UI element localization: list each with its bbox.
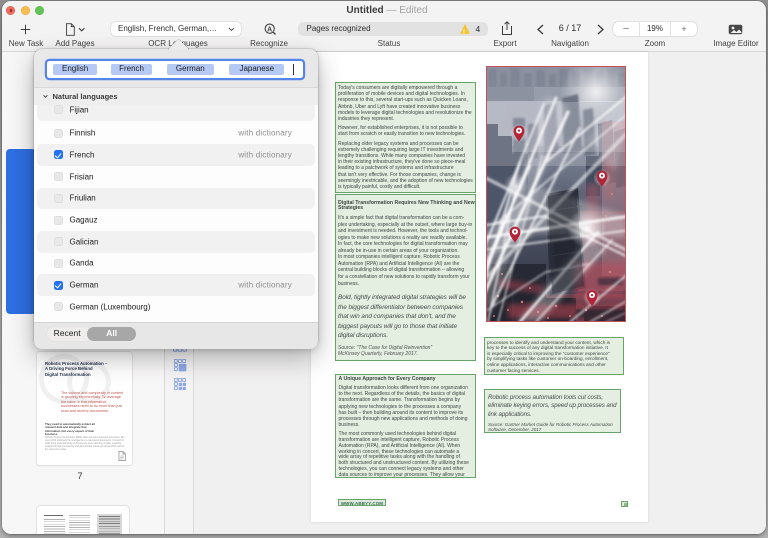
svg-text:A: A [267, 26, 272, 33]
